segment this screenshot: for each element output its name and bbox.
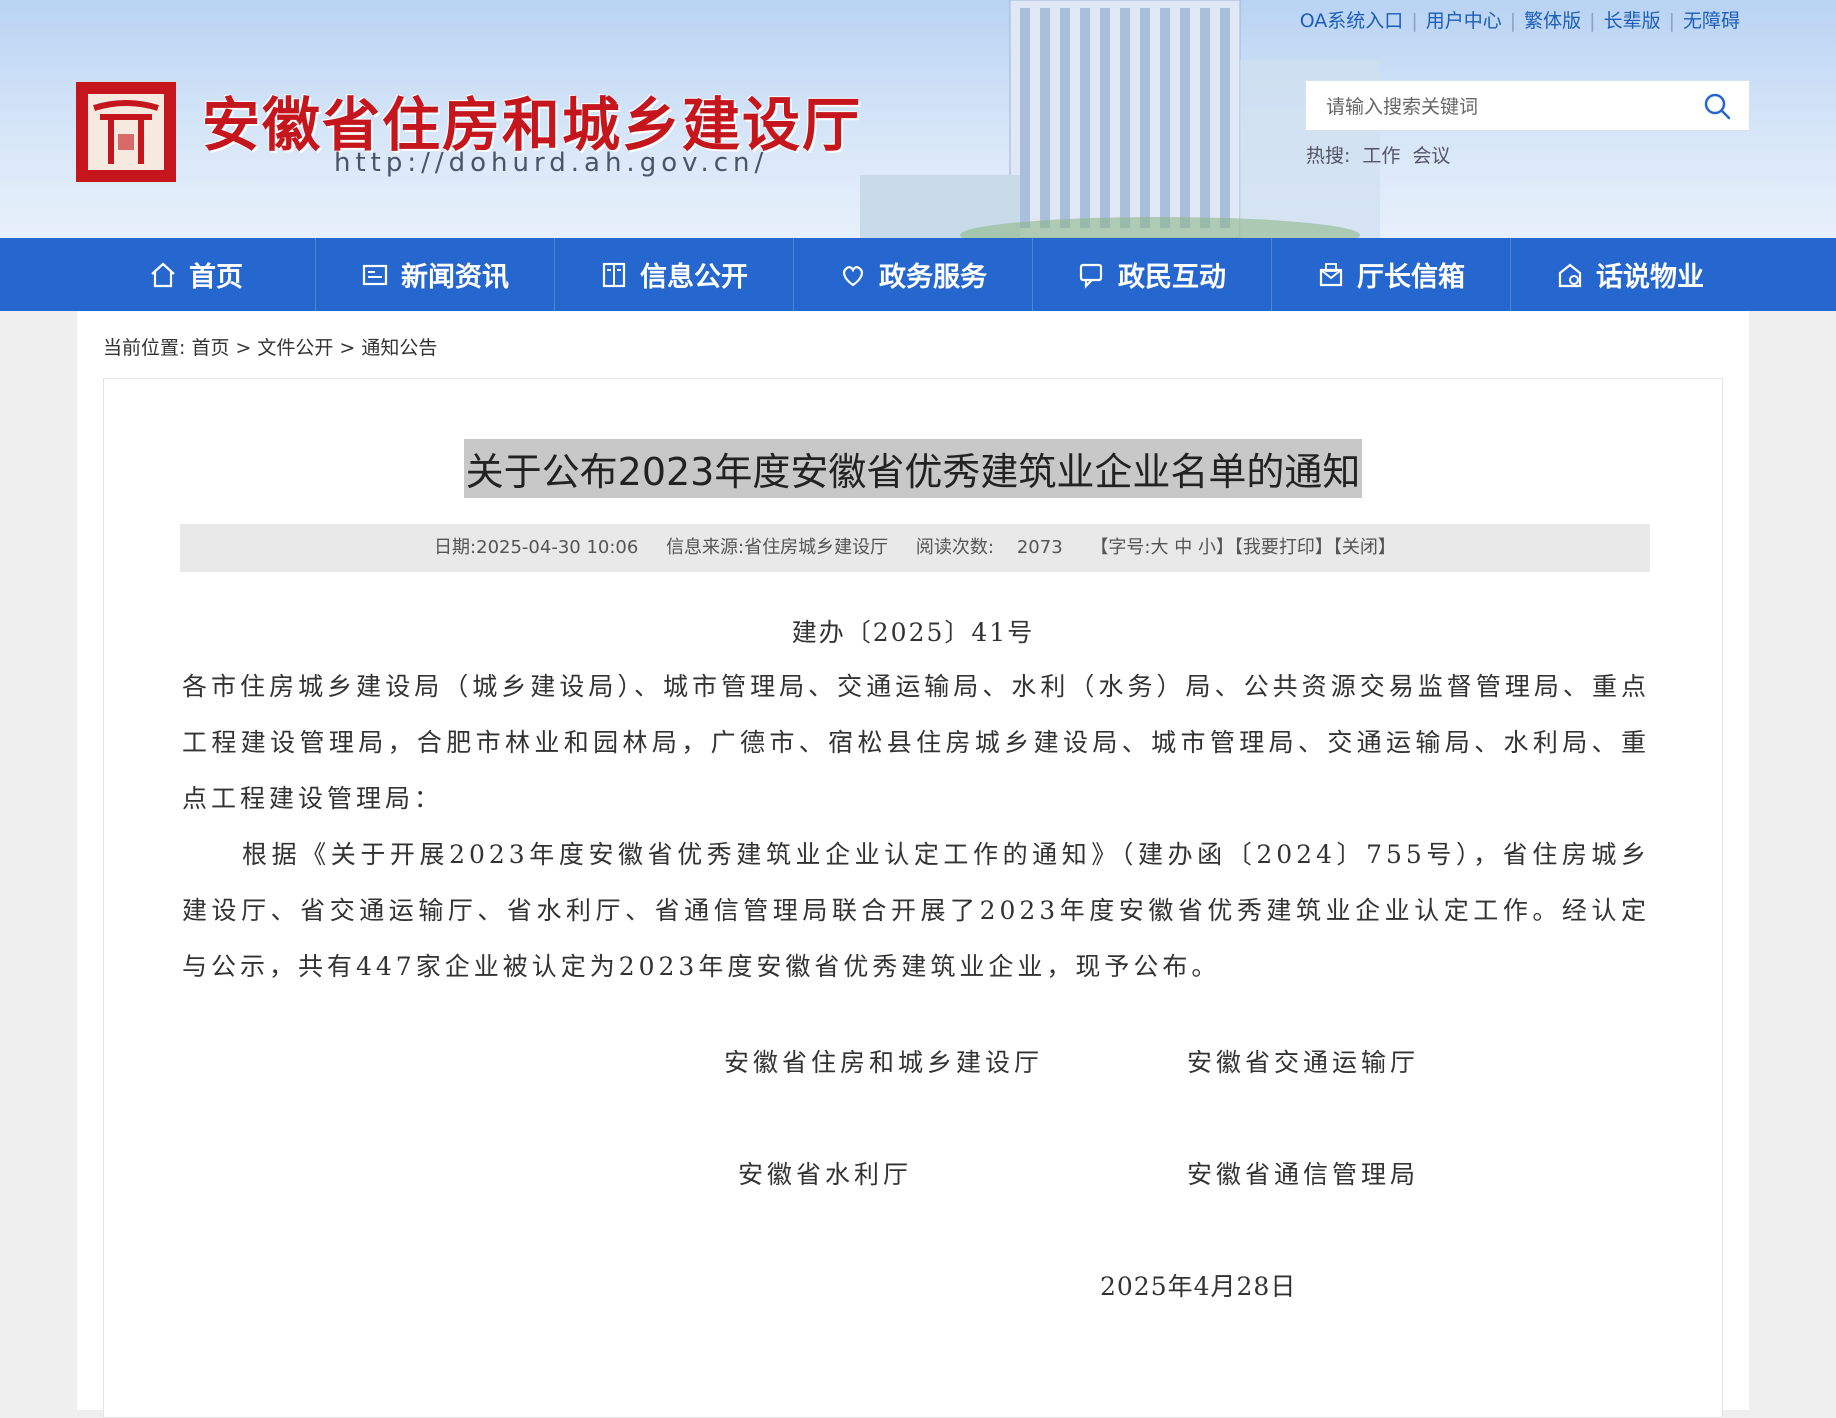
breadcrumb-notices[interactable]: 通知公告 — [361, 337, 437, 359]
user-center-link[interactable]: 用户中心 — [1426, 10, 1502, 32]
hot-search-item[interactable]: 工作 — [1362, 145, 1400, 167]
hot-search-label: 热搜: — [1306, 145, 1351, 167]
signing-date: 2025年4月28日 — [1100, 1272, 1297, 1301]
font-size-medium-button[interactable]: 中 — [1174, 537, 1192, 558]
top-links: OA系统入口 | 用户中心 | 繁体版 | 长辈版 | 无障碍 — [1299, 10, 1740, 32]
font-size-large-button[interactable]: 大 — [1150, 537, 1168, 558]
search-box — [1305, 80, 1750, 132]
document-number: 建办〔2025〕41号 — [791, 618, 1035, 647]
hot-search-item[interactable]: 会议 — [1412, 145, 1450, 167]
book-icon — [602, 262, 626, 287]
nav-item-label: 首页 — [189, 262, 243, 293]
nav-item-interaction[interactable]: 政民互动 — [1033, 238, 1272, 311]
nav-item-home[interactable]: 首页 — [77, 238, 316, 311]
site-url: http://dohurd.ah.gov.cn/ — [334, 148, 769, 178]
signature-housing-dept: 安徽省住房和城乡建设厅 — [724, 1048, 1044, 1077]
body-paragraph: 根据《关于开展2023年度安徽省优秀建筑业企业认定工作的通知》（建办函〔2024… — [182, 840, 1650, 981]
accessibility-link[interactable]: 无障碍 — [1683, 10, 1740, 32]
views-count: 2073 — [1016, 537, 1063, 558]
views-label: 阅读次数: — [915, 537, 994, 558]
breadcrumb-label: 当前位置: — [103, 337, 186, 359]
close-button[interactable]: 【关闭】 — [1333, 537, 1396, 558]
font-size-label: 【字号: — [1090, 537, 1151, 558]
nav-item-label: 信息公开 — [640, 262, 748, 293]
logo-emblem — [88, 94, 164, 170]
nav-item-label: 新闻资讯 — [401, 262, 509, 293]
breadcrumb-home[interactable]: 首页 — [191, 337, 229, 359]
home-icon — [151, 262, 175, 287]
article-meta-bar: 日期:2025-04-30 10:06 信息来源:省住房城乡建设厅 阅读次数: … — [180, 524, 1650, 572]
news-icon — [362, 264, 388, 285]
site-logo[interactable] — [76, 82, 176, 182]
search-input[interactable] — [1324, 81, 1688, 132]
font-size-small-button[interactable]: 小】 — [1198, 537, 1234, 558]
chat-icon — [1079, 263, 1103, 289]
nav-item-property-talk[interactable]: 话说物业 — [1511, 238, 1749, 311]
nav-item-label: 话说物业 — [1596, 262, 1704, 293]
header-building-illustration — [860, 0, 1380, 238]
info-source: 信息来源:省住房城乡建设厅 — [666, 537, 889, 558]
mailbox-icon — [1319, 262, 1343, 286]
main-nav: 首页 新闻资讯 信息公开 政务服务 政民互动 厅长信箱 话说物业 — [0, 238, 1836, 311]
content-area: 当前位置: 首页 > 文件公开 > 通知公告 关于公布2023年度安徽省优秀建筑业企业名… — [77, 311, 1749, 1418]
print-button[interactable]: 【我要打印】 — [1234, 537, 1333, 558]
signature-transport-dept: 安徽省交通运输厅 — [1187, 1048, 1420, 1077]
nav-item-director-mailbox[interactable]: 厅长信箱 — [1272, 238, 1511, 311]
nav-item-news[interactable]: 新闻资讯 — [316, 238, 555, 311]
nav-item-label: 政民互动 — [1118, 262, 1226, 293]
signature-telecom-bureau: 安徽省通信管理局 — [1187, 1160, 1420, 1189]
breadcrumb-file-disclosure[interactable]: 文件公开 — [257, 337, 333, 359]
publish-date: 日期:2025-04-30 10:06 — [434, 537, 639, 558]
nav-item-label: 政务服务 — [879, 262, 987, 293]
hot-search: 热搜: 工作 会议 — [1306, 141, 1450, 168]
oa-entry-link[interactable]: OA系统入口 — [1300, 10, 1404, 32]
breadcrumb: 当前位置: 首页 > 文件公开 > 通知公告 — [103, 337, 438, 359]
elder-version-link[interactable]: 长辈版 — [1604, 10, 1661, 32]
article-card: 关于公布2023年度安徽省优秀建筑业企业名单的通知 日期:2025-04-30 … — [103, 378, 1723, 1418]
property-icon — [1558, 263, 1582, 287]
service-icon — [842, 265, 864, 286]
nav-item-label: 厅长信箱 — [1357, 262, 1465, 293]
signature-water-dept: 安徽省水利厅 — [738, 1160, 913, 1189]
article-title: 关于公布2023年度安徽省优秀建筑业企业名单的通知 — [463, 439, 1363, 498]
nav-item-info-disclosure[interactable]: 信息公开 — [555, 238, 794, 311]
traditional-chinese-link[interactable]: 繁体版 — [1524, 10, 1581, 32]
search-icon[interactable] — [1703, 92, 1731, 120]
site-header: 安徽省住房和城乡建设厅 http://dohurd.ah.gov.cn/ OA系… — [0, 0, 1836, 238]
article-title-row: 关于公布2023年度安徽省优秀建筑业企业名单的通知 — [104, 439, 1722, 498]
article-body: 各市住房城乡建设局（城乡建设局）、城市管理局、交通运输局、水利（水务）局、公共资… — [182, 659, 1650, 995]
recipients-paragraph: 各市住房城乡建设局（城乡建设局）、城市管理局、交通运输局、水利（水务）局、公共资… — [182, 672, 1650, 813]
nav-item-gov-service[interactable]: 政务服务 — [794, 238, 1033, 311]
